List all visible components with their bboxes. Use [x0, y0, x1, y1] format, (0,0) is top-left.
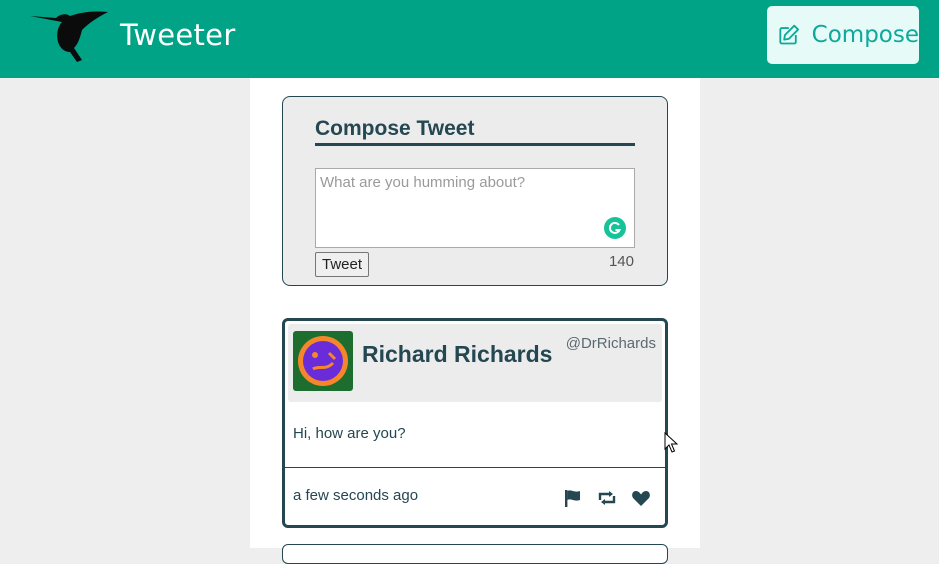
tweet-header: Richard Richards @DrRichards [288, 324, 662, 402]
tweet-button[interactable]: Tweet [315, 252, 369, 277]
character-counter: 140 [608, 253, 634, 270]
hummingbird-icon [30, 11, 108, 63]
tweet-timestamp: a few seconds ago [293, 487, 419, 504]
tweet-divider [285, 467, 665, 468]
compose-button[interactable]: Compose [767, 6, 919, 64]
avatar [293, 331, 353, 391]
compose-tweet-panel: Compose Tweet Tweet 140 [282, 96, 668, 286]
tweet-content: Hi, how are you? [293, 425, 406, 442]
mouse-cursor-icon [664, 432, 678, 453]
tweet-author-handle: @DrRichards [565, 335, 656, 352]
grammarly-icon[interactable] [604, 217, 626, 239]
compose-button-label: Compose [811, 22, 919, 48]
flag-icon[interactable] [563, 488, 583, 508]
edit-icon [779, 24, 800, 45]
retweet-icon[interactable] [597, 488, 617, 508]
next-tweet-card [282, 544, 668, 564]
navbar: Tweeter Compose [0, 0, 939, 78]
tweet-author-name: Richard Richards [362, 341, 553, 367]
heart-icon[interactable] [631, 488, 651, 508]
tweet-textarea[interactable] [315, 168, 635, 248]
tweet-card: Richard Richards @DrRichards Hi, how are… [282, 318, 668, 528]
compose-title: Compose Tweet [315, 117, 635, 146]
brand-title[interactable]: Tweeter [120, 18, 236, 52]
tweet-actions [563, 488, 651, 508]
